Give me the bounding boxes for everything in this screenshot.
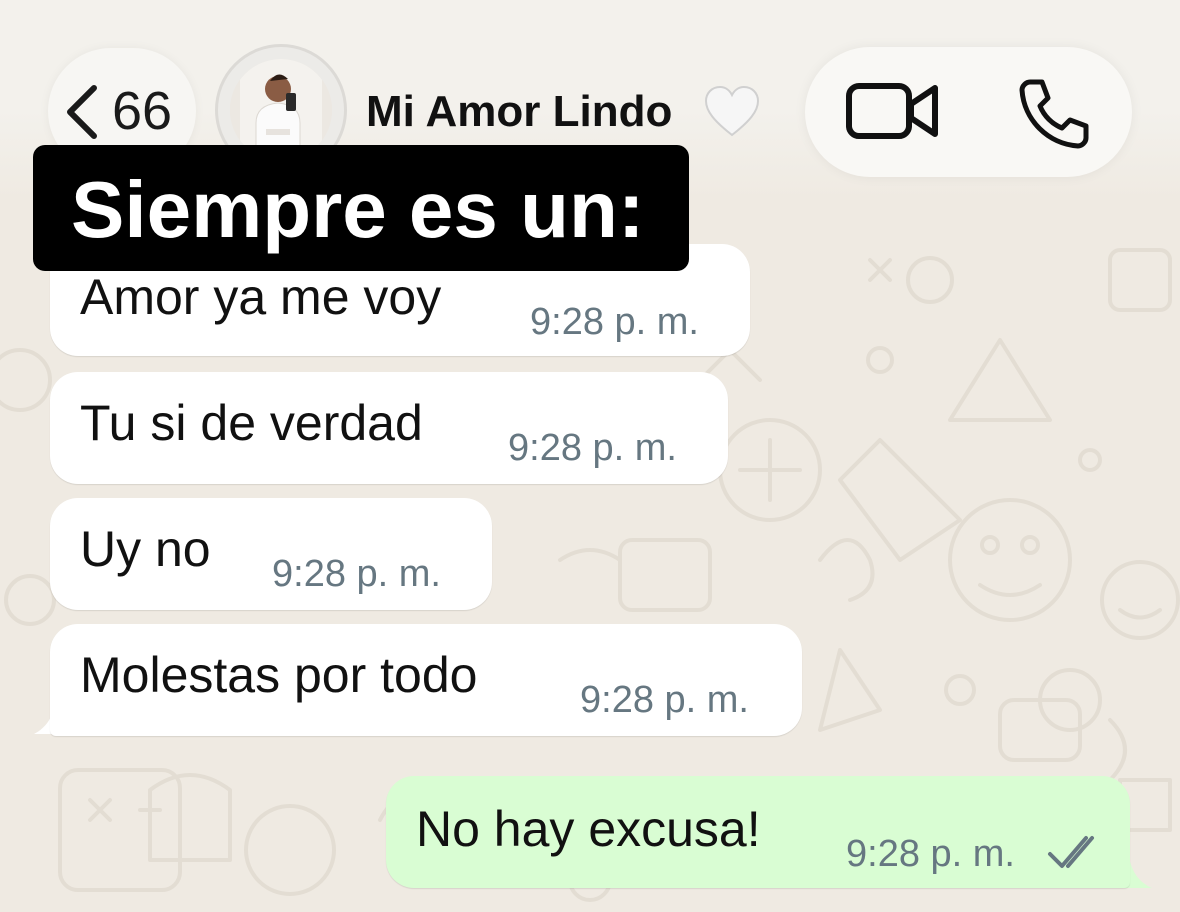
message-text: No hay excusa! — [416, 801, 761, 857]
message-text: Molestas por todo — [80, 647, 478, 703]
caption-text: Siempre es un: — [71, 165, 645, 254]
message-bubble-incoming[interactable]: Molestas por todo 9:28 p. m. — [50, 624, 802, 736]
message-text: Tu si de verdad — [80, 395, 423, 451]
video-call-icon[interactable] — [845, 80, 940, 142]
message-bubble-incoming[interactable]: Tu si de verdad 9:28 p. m. — [50, 372, 728, 484]
chevron-left-icon[interactable] — [62, 82, 102, 142]
message-timestamp: 9:28 p. m. — [530, 301, 699, 343]
phone-call-icon[interactable] — [1016, 76, 1092, 152]
message-timestamp: 9:28 p. m. — [508, 427, 677, 469]
message-text: Uy no — [80, 521, 211, 577]
message-timestamp: 9:28 p. m. — [272, 553, 441, 595]
caption-overlay: Siempre es un: — [33, 145, 689, 271]
message-timestamp: 9:28 p. m. — [846, 833, 1015, 875]
unread-count[interactable]: 66 — [112, 78, 172, 144]
read-receipt-icon — [1048, 836, 1094, 868]
message-bubble-outgoing[interactable]: No hay excusa! 9:28 p. m. — [386, 776, 1130, 888]
message-timestamp: 9:28 p. m. — [580, 679, 749, 721]
message-text: Amor ya me voy — [80, 269, 442, 325]
message-bubble-incoming[interactable]: Uy no 9:28 p. m. — [50, 498, 492, 610]
white-heart-icon — [704, 85, 760, 137]
contact-name[interactable]: Mi Amor Lindo — [366, 86, 672, 138]
